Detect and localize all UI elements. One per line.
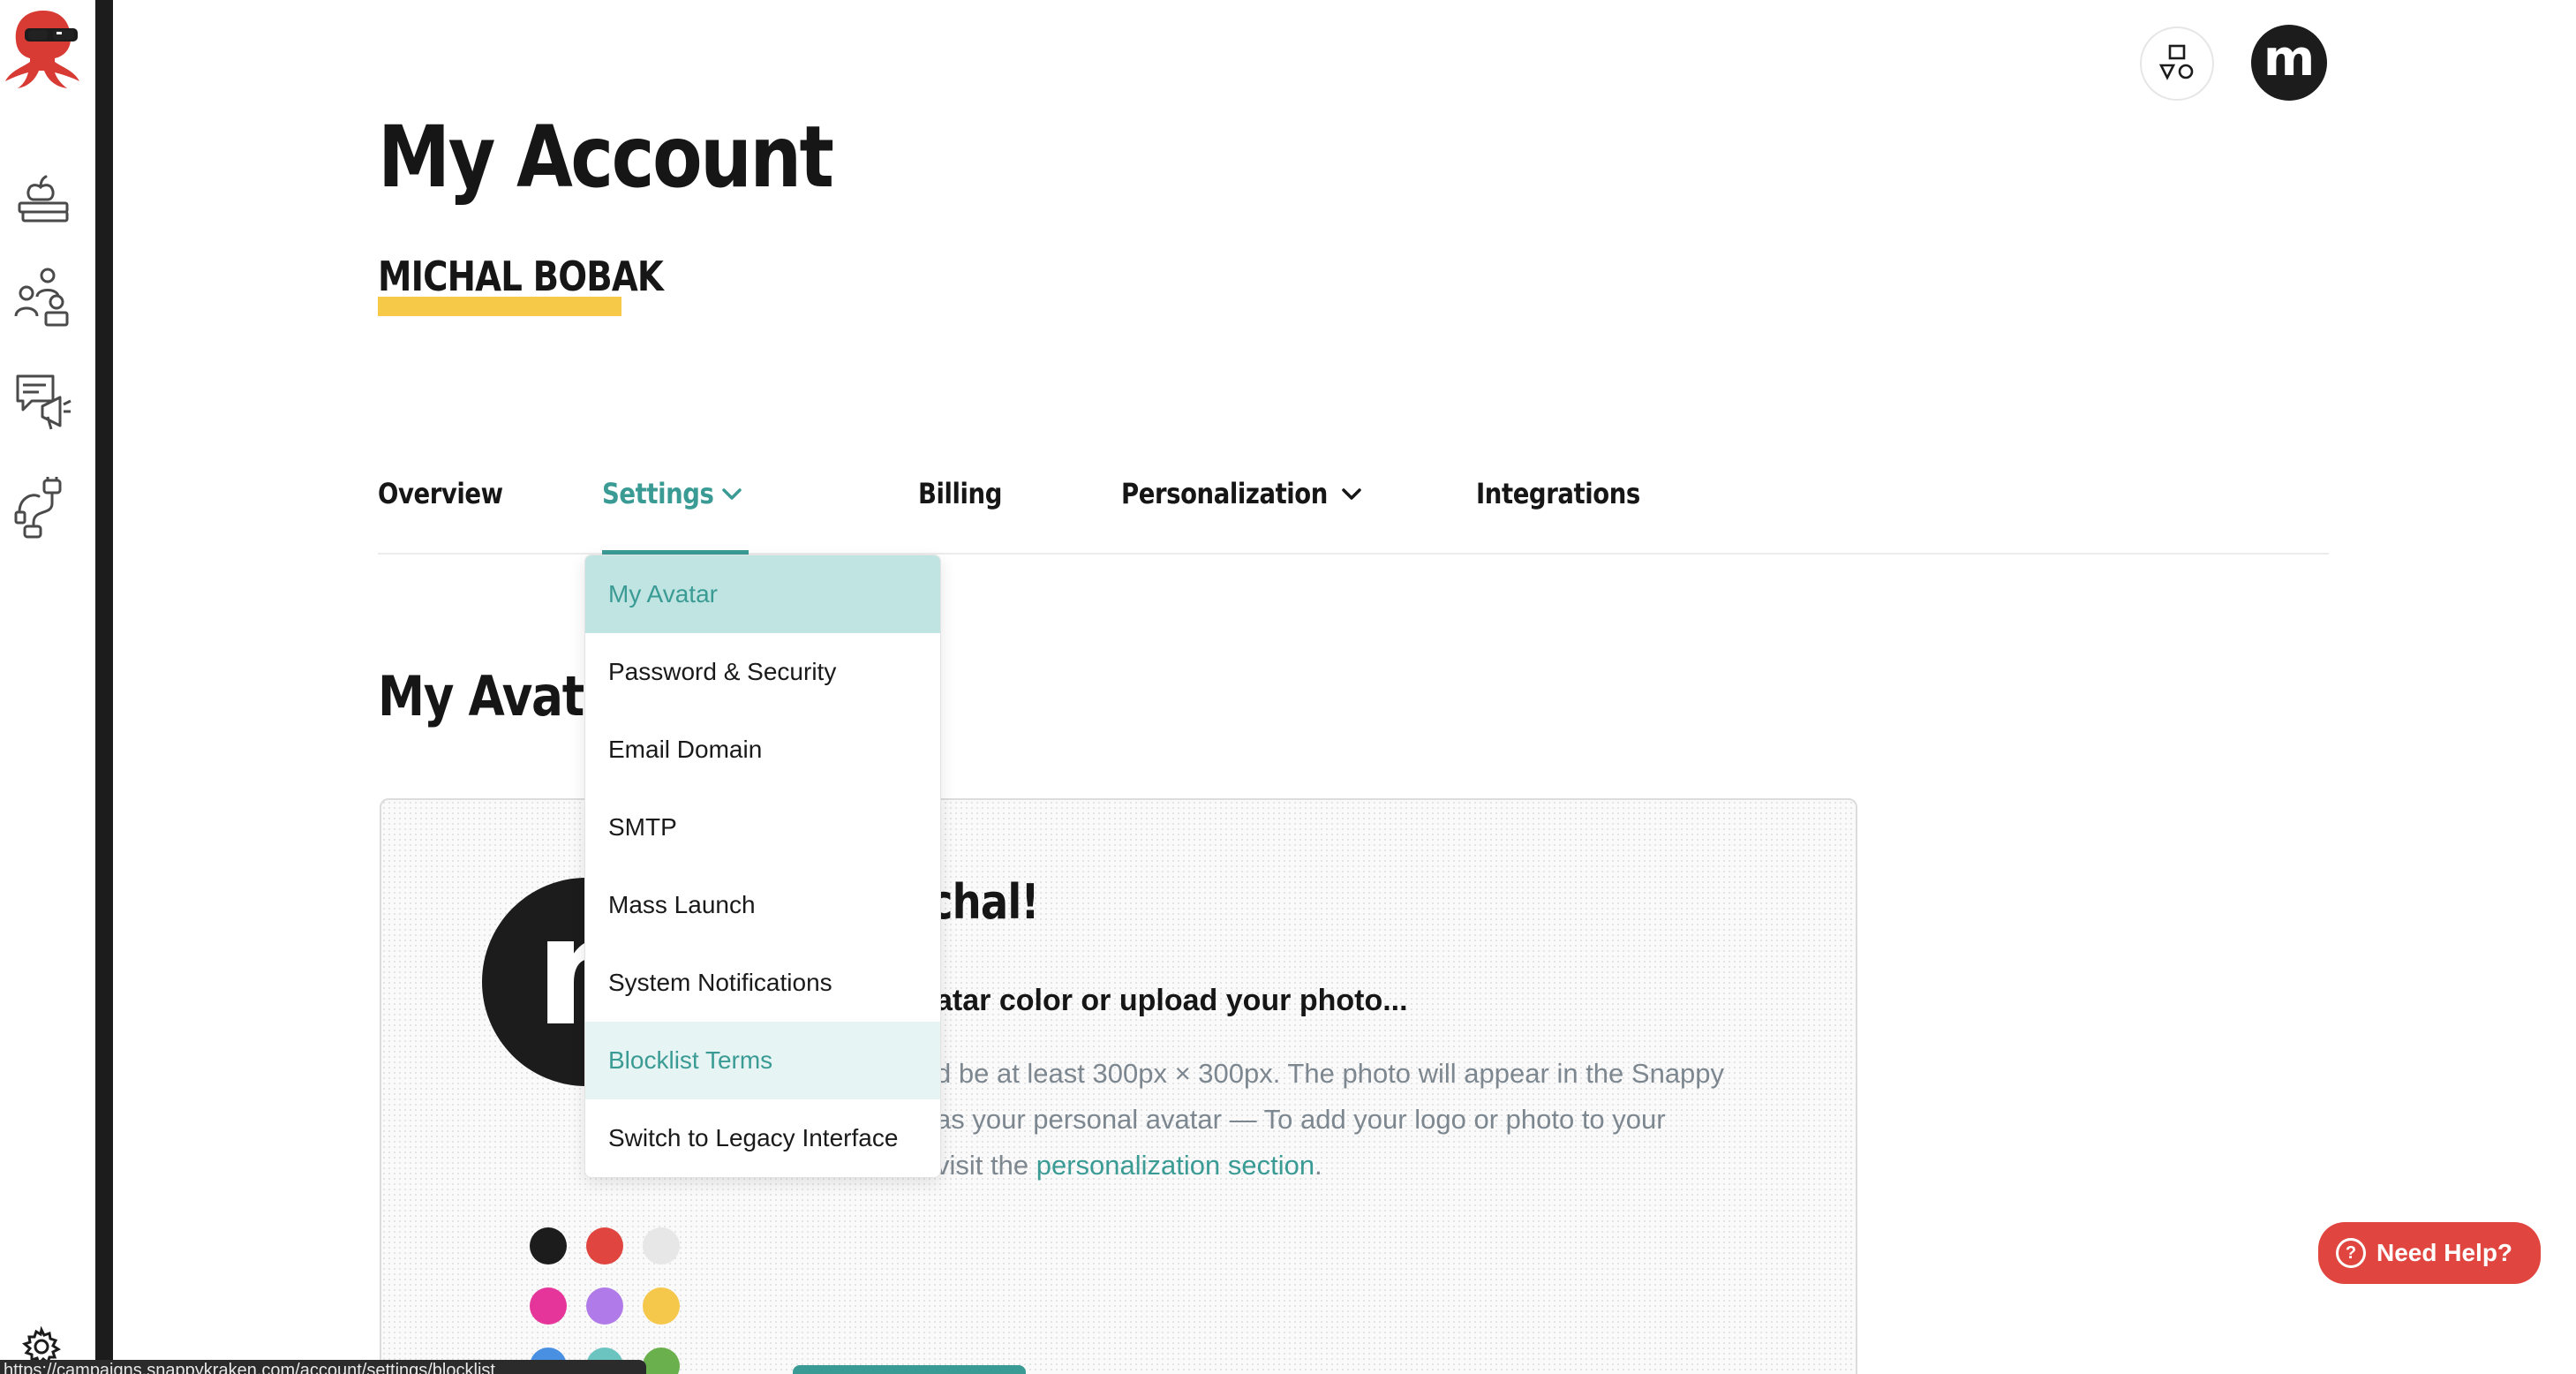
desc-line: d be at least 300px × 300px. The photo w… bbox=[936, 1058, 1725, 1089]
menu-item-label: System Notifications bbox=[608, 969, 832, 996]
menu-item-label: Switch to Legacy Interface bbox=[608, 1124, 899, 1151]
menu-item-label: Password & Security bbox=[608, 658, 837, 685]
avatar-instructions-title: atar color or upload your photo... bbox=[936, 984, 1408, 1017]
tab-settings[interactable]: Settings bbox=[602, 477, 749, 555]
page-title: My Account bbox=[378, 108, 834, 207]
status-bar-url: https://campaigns.snappykraken.com/accou… bbox=[0, 1360, 646, 1374]
shapes-menu-button[interactable] bbox=[2140, 26, 2214, 101]
tab-label: Billing bbox=[918, 477, 1002, 510]
greeting-text: chal! bbox=[929, 874, 1040, 930]
menu-item-password-security[interactable]: Password & Security bbox=[585, 633, 940, 711]
menu-item-my-avatar[interactable]: My Avatar bbox=[585, 555, 940, 633]
menu-item-legacy-interface[interactable]: Switch to Legacy Interface bbox=[585, 1099, 940, 1177]
sidebar-divider bbox=[95, 0, 113, 1374]
people-icon[interactable] bbox=[12, 267, 74, 328]
chevron-down-icon bbox=[1342, 488, 1361, 500]
need-help-button[interactable]: ? Need Help? bbox=[2318, 1222, 2541, 1284]
tab-label: Settings bbox=[602, 477, 714, 510]
shapes-icon bbox=[2158, 44, 2194, 80]
user-name-block: MICHAL BOBAK bbox=[378, 254, 718, 316]
color-swatch[interactable] bbox=[643, 1287, 680, 1325]
left-sidebar bbox=[0, 0, 95, 1374]
menu-item-smtp[interactable]: SMTP bbox=[585, 789, 940, 866]
desc-suffix: . bbox=[1314, 1150, 1322, 1181]
tab-label: Overview bbox=[378, 477, 503, 510]
user-avatar[interactable]: m bbox=[2251, 25, 2327, 101]
menu-item-label: My Avatar bbox=[608, 580, 718, 608]
menu-item-mass-launch[interactable]: Mass Launch bbox=[585, 866, 940, 944]
upload-photo-button[interactable] bbox=[793, 1365, 1026, 1374]
campaign-megaphone-icon[interactable] bbox=[12, 371, 74, 433]
account-tabs: Overview Settings Billing Personalizatio… bbox=[378, 477, 2329, 555]
avatar-instructions: d be at least 300px × 300px. The photo w… bbox=[936, 1051, 1783, 1189]
desc-line: visit the personalization section. bbox=[936, 1143, 1783, 1189]
tab-personalization[interactable]: Personalization bbox=[1121, 477, 1370, 553]
menu-item-label: Blocklist Terms bbox=[608, 1046, 773, 1074]
settings-dropdown-menu: My Avatar Password & Security Email Doma… bbox=[584, 555, 941, 1178]
desc-line: as your personal avatar — To add your lo… bbox=[936, 1104, 1666, 1135]
tab-integrations[interactable]: Integrations bbox=[1476, 477, 1667, 553]
menu-item-email-domain[interactable]: Email Domain bbox=[585, 711, 940, 789]
color-swatch[interactable] bbox=[586, 1227, 623, 1265]
help-label: Need Help? bbox=[2376, 1239, 2513, 1266]
personalization-link[interactable]: personalization section bbox=[1036, 1150, 1314, 1181]
color-swatch[interactable] bbox=[530, 1287, 567, 1325]
snappy-kraken-logo[interactable] bbox=[4, 5, 83, 90]
tab-label: Personalization bbox=[1121, 477, 1328, 510]
color-swatch[interactable] bbox=[643, 1227, 680, 1265]
books-apple-icon[interactable] bbox=[12, 164, 74, 226]
color-swatch[interactable] bbox=[530, 1227, 567, 1265]
user-name: MICHAL BOBAK bbox=[378, 253, 664, 300]
color-swatch[interactable] bbox=[586, 1287, 623, 1325]
question-icon: ? bbox=[2336, 1238, 2366, 1268]
desc-prefix: visit the bbox=[936, 1150, 1036, 1181]
menu-item-blocklist-terms[interactable]: Blocklist Terms bbox=[585, 1022, 940, 1099]
tab-billing[interactable]: Billing bbox=[918, 477, 1015, 553]
integrations-plug-icon[interactable] bbox=[12, 477, 74, 539]
chevron-down-icon bbox=[722, 488, 742, 500]
menu-item-system-notifications[interactable]: System Notifications bbox=[585, 944, 940, 1022]
menu-item-label: Mass Launch bbox=[608, 891, 756, 918]
tab-label: Integrations bbox=[1476, 477, 1640, 510]
menu-item-label: SMTP bbox=[608, 813, 677, 841]
tab-overview[interactable]: Overview bbox=[378, 477, 523, 553]
menu-item-label: Email Domain bbox=[608, 736, 763, 763]
